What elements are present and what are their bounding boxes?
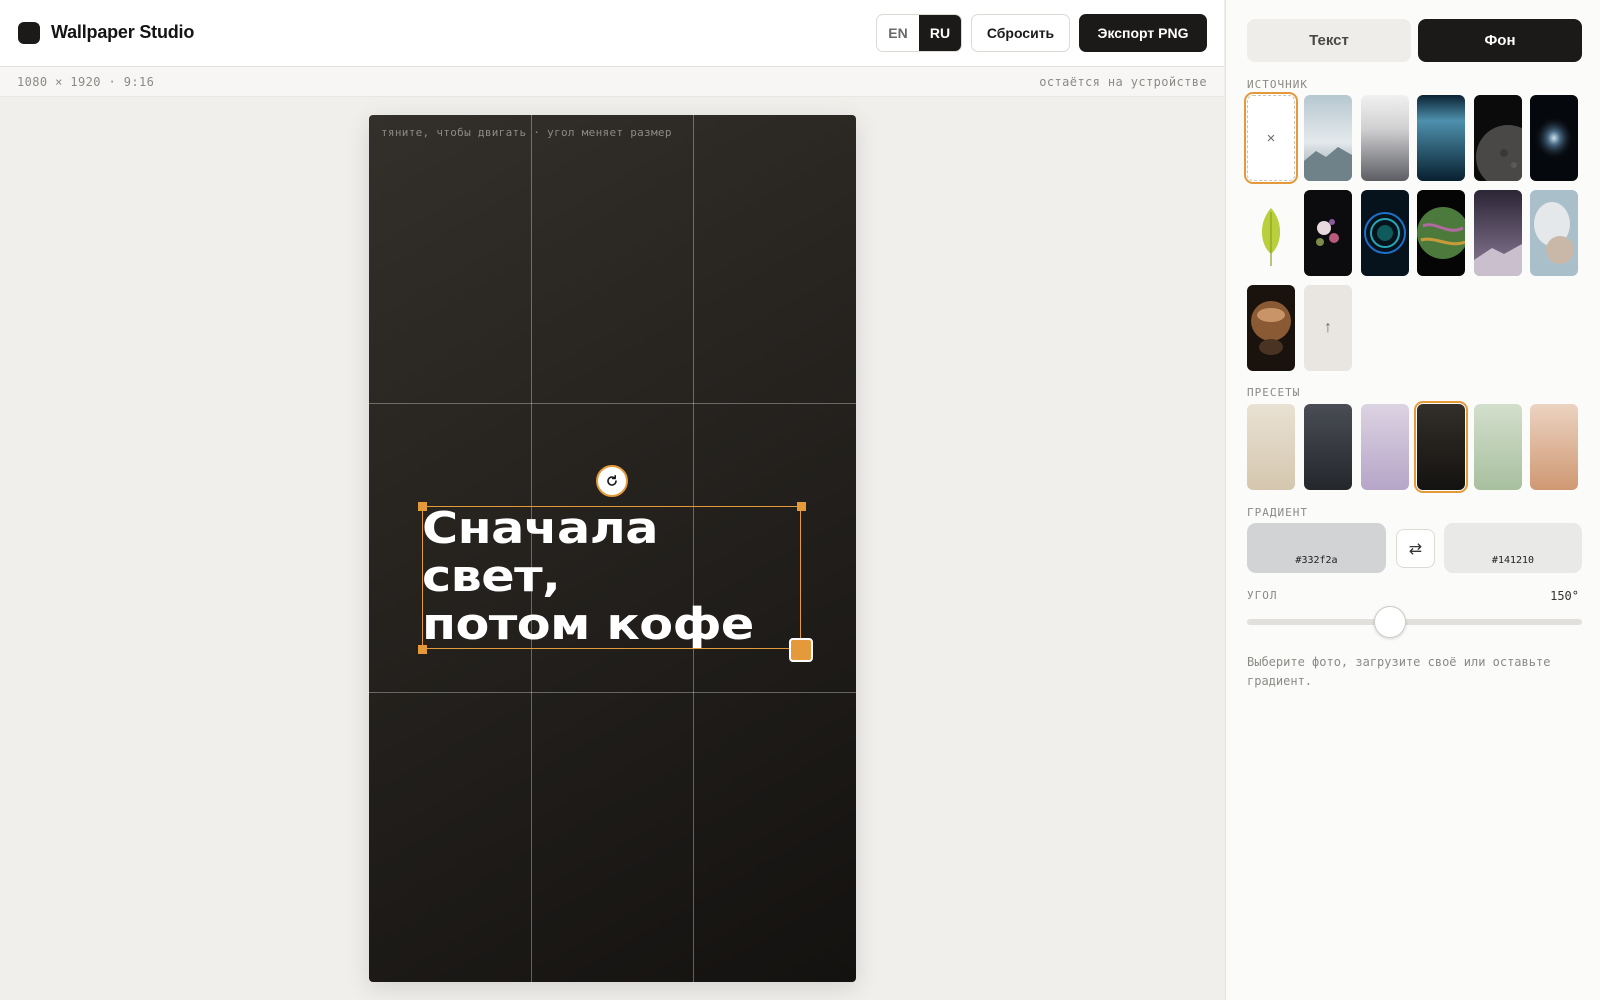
reset-button[interactable]: Сбросить (971, 14, 1070, 52)
gradient-label: ГРАДИЕНТ (1247, 506, 1308, 519)
source-image-moon-surface[interactable] (1474, 95, 1522, 181)
privacy-note: остаётся на устройстве (1039, 75, 1207, 89)
preset-swatch[interactable] (1530, 404, 1578, 490)
upload-image-tile[interactable]: ↑ (1304, 285, 1352, 371)
lang-button-ru[interactable]: RU (919, 15, 961, 51)
angle-label: УГОЛ (1247, 589, 1278, 602)
grid-line (369, 692, 856, 693)
source-image-purple-mountain-night[interactable] (1474, 190, 1522, 276)
tab-background[interactable]: Фон (1418, 19, 1582, 62)
angle-slider-track[interactable] (1247, 619, 1582, 625)
upload-arrow-icon: ↑ (1324, 319, 1332, 336)
lang-button-en[interactable]: EN (877, 15, 919, 51)
app-logo-icon (18, 22, 40, 44)
swap-colors-button[interactable]: ⇄ (1396, 529, 1435, 568)
top-bar: Wallpaper Studio EN RU Сбросить Экспорт … (0, 0, 1224, 67)
export-png-button[interactable]: Экспорт PNG (1079, 14, 1207, 52)
app-title: Wallpaper Studio (51, 22, 195, 42)
source-image-dark-flowers[interactable] (1304, 190, 1352, 276)
grid-line (369, 403, 856, 404)
resize-handle-top-left[interactable] (418, 502, 427, 511)
settings-panel: Текст Фон ИСТОЧНИК × ↑ ПРЕСЕТЫ ГРАДИЕНТ … (1225, 0, 1600, 1000)
canvas-hint: тяните, чтобы двигать · угол меняет разм… (381, 126, 672, 139)
wallpaper-canvas[interactable]: тяните, чтобы двигать · угол меняет разм… (369, 115, 856, 982)
help-text: Выберите фото, загрузите своё или оставь… (1247, 655, 1551, 688)
preset-swatch[interactable] (1304, 404, 1352, 490)
rotate-icon (607, 475, 617, 486)
selection-box[interactable] (422, 506, 801, 649)
source-image-white-smoke[interactable] (1530, 190, 1578, 276)
resize-handle-top-right[interactable] (797, 502, 806, 511)
source-image-bronze-sphere[interactable] (1247, 285, 1295, 371)
rotate-handle[interactable] (596, 465, 628, 497)
presets-label: ПРЕСЕТЫ (1247, 386, 1301, 399)
info-bar: 1080 × 1920 · 9:16 остаётся на устройств… (0, 67, 1224, 97)
resize-handle-bottom-right[interactable] (789, 638, 813, 662)
language-switcher: EN RU (876, 14, 962, 52)
preset-swatch[interactable] (1474, 404, 1522, 490)
source-image-marbled-planet[interactable] (1417, 190, 1465, 276)
source-image-spiral-galaxy[interactable] (1530, 95, 1578, 181)
source-image-green-leaf[interactable] (1247, 190, 1295, 276)
preset-swatch[interactable] (1361, 404, 1409, 490)
source-image-frosted-forest[interactable] (1361, 95, 1409, 181)
close-icon: × (1266, 129, 1276, 147)
source-image-blue-rings[interactable] (1361, 190, 1409, 276)
angle-value: 150° (1550, 589, 1579, 603)
gradient-color-end[interactable]: #141210 (1444, 523, 1582, 573)
tab-text[interactable]: Текст (1247, 19, 1411, 62)
source-image-ocean-underwater[interactable] (1417, 95, 1465, 181)
angle-slider-thumb[interactable] (1374, 606, 1406, 638)
preset-swatch[interactable] (1247, 404, 1295, 490)
gradient-color-start[interactable]: #332f2a (1247, 523, 1386, 573)
source-label: ИСТОЧНИК (1247, 78, 1308, 91)
resize-handle-bottom-left[interactable] (418, 645, 427, 654)
preset-swatch-selected[interactable] (1414, 401, 1468, 493)
source-image-misty-mountains[interactable] (1304, 95, 1352, 181)
canvas-dimensions: 1080 × 1920 · 9:16 (17, 75, 155, 89)
source-none-tile[interactable]: × (1244, 92, 1298, 184)
swap-arrows-icon: ⇄ (1408, 540, 1423, 558)
